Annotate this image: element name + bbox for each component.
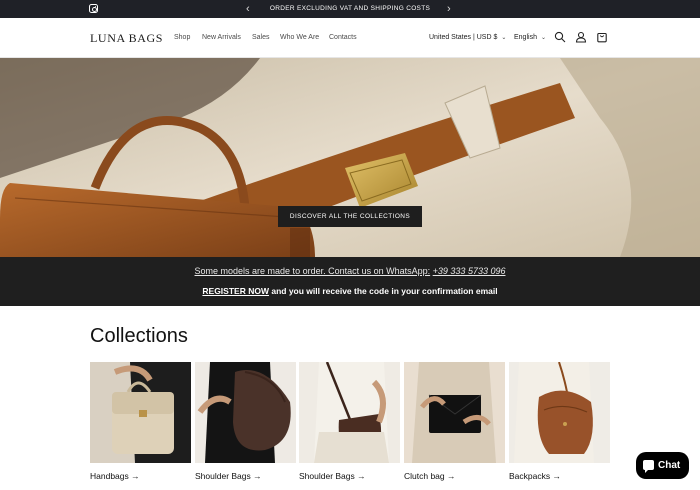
account-icon[interactable]	[575, 31, 587, 43]
chevron-right-icon[interactable]: ›	[447, 2, 451, 16]
announcement-message: ORDER EXCLUDING VAT AND SHIPPING COSTS	[269, 5, 431, 12]
discover-collections-button[interactable]: DISCOVER ALL THE COLLECTIONS	[278, 206, 422, 227]
register-text: and you will receive the code in your co…	[268, 286, 498, 296]
nav-shop[interactable]: Shop	[174, 34, 190, 41]
info-band: Some models are made to order. Contact u…	[0, 257, 700, 306]
collection-label[interactable]: Handbags →	[90, 471, 140, 481]
chat-label: Chat	[658, 460, 681, 471]
register-link[interactable]: REGISTER NOW	[202, 286, 269, 296]
collection-image[interactable]	[404, 362, 505, 463]
nav-sales[interactable]: Sales	[252, 34, 270, 41]
collection-label[interactable]: Shoulder Bags →	[299, 471, 366, 481]
collection-image[interactable]	[195, 362, 296, 463]
chat-button[interactable]: Chat	[636, 452, 689, 479]
whatsapp-phone[interactable]: +39 333 5733 096	[433, 266, 506, 276]
whatsapp-link[interactable]: Some models are made to order. Contact u…	[195, 266, 431, 276]
chevron-down-icon: ⌄	[540, 35, 546, 41]
language-label: English	[514, 34, 537, 41]
store-logo[interactable]: LUNA BAGS	[90, 31, 163, 46]
whatsapp-line: Some models are made to order. Contact u…	[0, 266, 700, 276]
nav-new-arrivals[interactable]: New Arrivals	[202, 34, 241, 41]
language-selector[interactable]: English ⌄	[514, 34, 546, 41]
collection-image[interactable]	[509, 362, 610, 463]
nav-who-we-are[interactable]: Who We Are	[280, 34, 319, 41]
hero-image	[0, 58, 700, 257]
collection-image[interactable]	[90, 362, 191, 463]
collection-label[interactable]: Shoulder Bags →	[195, 471, 262, 481]
register-line: REGISTER NOW and you will receive the co…	[0, 286, 700, 296]
announcement-bar: ‹ ORDER EXCLUDING VAT AND SHIPPING COSTS…	[0, 0, 700, 18]
country-selector[interactable]: United States | USD $ ⌄	[429, 34, 506, 41]
collection-label[interactable]: Backpacks →	[509, 471, 561, 481]
instagram-icon[interactable]	[89, 4, 98, 13]
collection-label[interactable]: Clutch bag →	[404, 471, 456, 481]
cart-icon[interactable]	[596, 31, 608, 43]
collection-image[interactable]	[299, 362, 400, 463]
chat-bubble-icon	[643, 460, 654, 473]
chevron-down-icon: ⌄	[501, 35, 507, 41]
nav-contacts[interactable]: Contacts	[329, 34, 357, 41]
search-icon[interactable]	[554, 31, 566, 43]
collections-heading: Collections	[90, 325, 188, 347]
country-label: United States | USD $	[429, 34, 498, 41]
hero-banner: DISCOVER ALL THE COLLECTIONS	[0, 58, 700, 257]
site-header: LUNA BAGS Shop New Arrivals Sales Who We…	[0, 18, 700, 58]
